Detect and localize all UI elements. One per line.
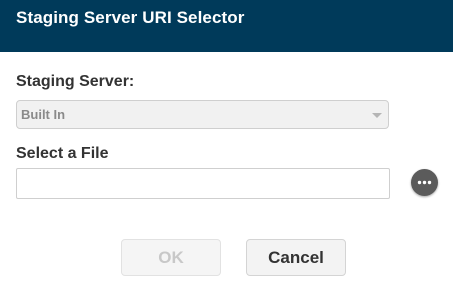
browse-file-button[interactable]: [411, 169, 438, 196]
staging-server-selected-value: Built In: [21, 107, 66, 122]
dialog-title: Staging Server URI Selector: [16, 8, 245, 27]
uri-selector-dialog: Staging Server URI Selector Staging Serv…: [0, 0, 453, 285]
select-file-label: Select a File: [16, 145, 109, 162]
staging-server-select[interactable]: Built In: [16, 100, 389, 129]
staging-server-label: Staging Server:: [16, 73, 135, 90]
title-bar: Staging Server URI Selector: [0, 0, 453, 52]
chevron-down-icon: [372, 113, 382, 118]
file-path-input[interactable]: [16, 168, 390, 199]
ok-button[interactable]: OK: [121, 239, 221, 276]
ellipsis-icon: [417, 180, 432, 185]
cancel-button[interactable]: Cancel: [246, 239, 346, 276]
